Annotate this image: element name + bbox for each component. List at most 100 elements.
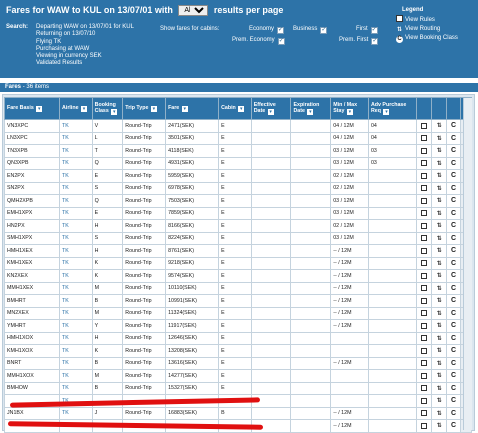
view-rules-icon[interactable] <box>421 135 428 142</box>
view-routing-icon[interactable]: ⇅ <box>437 160 442 167</box>
col-expiration-date[interactable]: Expiration Date ▾ <box>290 97 332 120</box>
view-booking-class-icon[interactable]: C <box>451 285 456 292</box>
cell-airline[interactable]: TK <box>59 281 93 295</box>
cell-airline[interactable]: TK <box>59 131 93 145</box>
first-checkbox[interactable]: ✓ <box>370 27 378 34</box>
view-booking-class-icon[interactable]: C <box>451 397 456 404</box>
view-routing-icon[interactable]: ⇅ <box>437 210 442 217</box>
cell-airline[interactable]: TK <box>59 381 93 395</box>
view-booking-class-icon[interactable]: C <box>451 310 456 317</box>
sort-icon[interactable]: ▾ <box>36 106 43 112</box>
col-cabin[interactable]: Cabin ▾ <box>218 97 252 120</box>
view-booking-class-icon[interactable]: C <box>451 210 456 217</box>
view-routing-icon[interactable]: ⇅ <box>437 185 442 192</box>
view-rules-icon[interactable] <box>421 122 428 129</box>
view-booking-class-icon[interactable]: C <box>451 410 456 417</box>
view-rules-icon[interactable] <box>421 410 428 417</box>
view-booking-class-icon[interactable]: C <box>451 360 456 367</box>
cell-airline[interactable]: TK <box>59 231 93 245</box>
view-rules-icon[interactable] <box>421 160 428 167</box>
view-booking-class-icon[interactable]: C <box>451 422 456 429</box>
view-rules-icon[interactable] <box>421 297 428 304</box>
col-effective-date[interactable]: Effective Date ▾ <box>250 97 292 120</box>
cell-airline[interactable]: TK <box>59 144 93 158</box>
view-routing-icon[interactable]: ⇅ <box>437 422 442 429</box>
sort-icon[interactable]: ▾ <box>307 109 314 115</box>
view-rules-icon[interactable] <box>421 322 428 329</box>
cell-airline[interactable]: TK <box>59 369 93 383</box>
view-rules-icon[interactable] <box>421 247 428 254</box>
cell-airline[interactable]: TK <box>59 306 93 320</box>
view-booking-class-icon[interactable]: C <box>451 197 456 204</box>
view-rules-icon[interactable] <box>421 185 428 192</box>
sort-icon[interactable]: ▾ <box>181 106 188 112</box>
view-booking-class-icon[interactable]: C <box>451 372 456 379</box>
view-routing-icon[interactable]: ⇅ <box>437 410 442 417</box>
view-rules-icon[interactable] <box>421 235 428 242</box>
view-booking-class-icon[interactable]: C <box>451 260 456 267</box>
col-min-max-stay[interactable]: Min / Max Stay ▾ <box>330 97 369 120</box>
view-rules-icon[interactable] <box>421 360 428 367</box>
view-booking-class-icon[interactable]: C <box>451 272 456 279</box>
cell-airline[interactable]: TK <box>59 331 93 345</box>
view-rules-icon[interactable] <box>421 272 428 279</box>
view-routing-icon[interactable]: ⇅ <box>437 360 442 367</box>
cell-airline[interactable]: TK <box>59 156 93 170</box>
view-rules-icon[interactable] <box>421 172 428 179</box>
view-booking-class-icon[interactable]: C <box>451 172 456 179</box>
col-trip-type[interactable]: Trip Type ▾ <box>122 97 167 120</box>
cell-airline[interactable]: TK <box>59 219 93 233</box>
view-routing-icon[interactable]: ⇅ <box>437 235 442 242</box>
view-rules-icon[interactable] <box>421 197 428 204</box>
view-rules-icon[interactable] <box>421 422 428 429</box>
cell-airline[interactable]: TK <box>59 119 93 133</box>
cell-airline[interactable]: TK <box>59 181 93 195</box>
view-routing-icon[interactable]: ⇅ <box>437 260 442 267</box>
view-routing-icon[interactable]: ⇅ <box>437 222 442 229</box>
economy-checkbox[interactable]: ✓ <box>277 27 285 34</box>
sort-icon[interactable]: ▾ <box>267 109 274 115</box>
view-routing-icon[interactable]: ⇅ <box>437 385 442 392</box>
view-routing-icon[interactable]: ⇅ <box>437 147 442 154</box>
col-airline[interactable]: Airline ▾ <box>59 97 93 120</box>
view-rules-icon[interactable] <box>421 347 428 354</box>
view-routing-icon[interactable]: ⇅ <box>437 172 442 179</box>
view-booking-class-icon[interactable]: C <box>451 385 456 392</box>
prem-first-checkbox[interactable]: ✓ <box>371 38 379 45</box>
view-rules-icon[interactable] <box>421 372 428 379</box>
cell-airline[interactable]: TK <box>59 294 93 308</box>
view-routing-icon[interactable]: ⇅ <box>437 197 442 204</box>
view-rules-icon[interactable] <box>421 147 428 154</box>
cell-airline[interactable]: TK <box>59 256 93 270</box>
cell-airline[interactable]: TK <box>59 344 93 358</box>
view-routing-icon[interactable]: ⇅ <box>437 397 442 404</box>
results-per-page-select[interactable]: All <box>178 5 209 16</box>
view-routing-icon[interactable]: ⇅ <box>437 372 442 379</box>
view-routing-icon[interactable]: ⇅ <box>437 322 442 329</box>
table-scrollbar[interactable] <box>463 98 472 430</box>
col-fare-basis[interactable]: Fare Basis ▾ <box>3 97 61 120</box>
view-routing-icon[interactable]: ⇅ <box>437 122 442 129</box>
view-routing-icon[interactable]: ⇅ <box>437 347 442 354</box>
view-booking-class-icon[interactable]: C <box>451 335 456 342</box>
cell-airline[interactable]: TK <box>59 319 93 333</box>
col-fare[interactable]: Fare ▾ <box>165 97 220 120</box>
view-booking-class-icon[interactable]: C <box>451 222 456 229</box>
sort-icon[interactable]: ▾ <box>81 106 88 112</box>
view-routing-icon[interactable]: ⇅ <box>437 135 442 142</box>
sort-icon[interactable]: ▾ <box>383 109 390 115</box>
view-rules-icon[interactable] <box>421 260 428 267</box>
cell-airline[interactable]: TK <box>59 206 93 220</box>
view-booking-class-icon[interactable]: C <box>451 147 456 154</box>
view-routing-icon[interactable]: ⇅ <box>437 272 442 279</box>
sort-icon[interactable]: ▾ <box>111 109 118 115</box>
cell-airline[interactable]: TK <box>59 244 93 258</box>
view-routing-icon[interactable]: ⇅ <box>437 285 442 292</box>
sort-icon[interactable]: ▾ <box>238 106 245 112</box>
view-booking-class-icon[interactable]: C <box>451 235 456 242</box>
prem-economy-checkbox[interactable]: ✓ <box>277 38 285 45</box>
view-routing-icon[interactable]: ⇅ <box>437 297 442 304</box>
view-rules-icon[interactable] <box>421 385 428 392</box>
view-booking-class-icon[interactable]: C <box>451 322 456 329</box>
view-rules-icon[interactable] <box>421 335 428 342</box>
